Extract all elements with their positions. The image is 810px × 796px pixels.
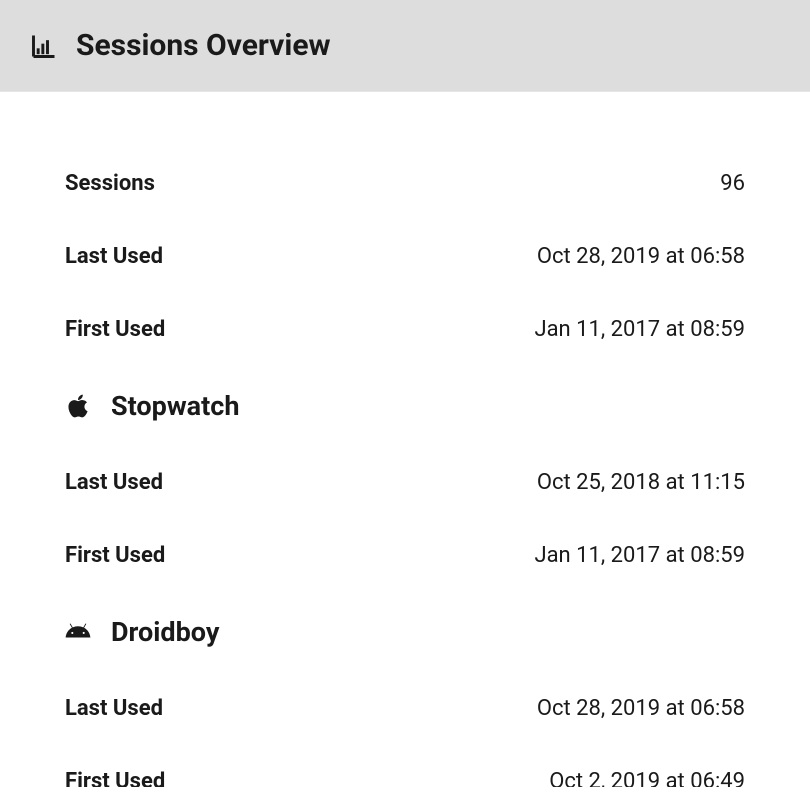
content: Sessions 96 Last Used Oct 28, 2019 at 06… [0, 92, 810, 787]
app-row-first-used: First Used Jan 11, 2017 at 08:59 [65, 519, 745, 592]
app-row-last-used: Last Used Oct 28, 2019 at 06:58 [65, 672, 745, 745]
app-name-label: Droidboy [111, 616, 219, 648]
app-name-label: Stopwatch [111, 390, 239, 422]
bar-chart-icon [30, 32, 58, 60]
first-used-value: Jan 11, 2017 at 08:59 [534, 317, 745, 342]
content-scroll-area[interactable]: Sessions 96 Last Used Oct 28, 2019 at 06… [0, 91, 810, 787]
last-used-label: Last Used [65, 470, 163, 495]
first-used-value: Oct 2, 2019 at 06:49 [549, 769, 745, 787]
sessions-value: 96 [720, 171, 745, 196]
app-header-droidboy: Droidboy [65, 592, 745, 672]
android-icon [65, 619, 91, 645]
summary-row-sessions: Sessions 96 [65, 147, 745, 220]
summary-row-last-used: Last Used Oct 28, 2019 at 06:58 [65, 220, 745, 293]
first-used-label: First Used [65, 543, 165, 568]
page-title: Sessions Overview [76, 28, 331, 63]
first-used-value: Jan 11, 2017 at 08:59 [534, 543, 745, 568]
app-header-stopwatch: Stopwatch [65, 366, 745, 446]
last-used-label: Last Used [65, 696, 163, 721]
last-used-label: Last Used [65, 244, 163, 269]
last-used-value: Oct 28, 2019 at 06:58 [537, 696, 745, 721]
first-used-label: First Used [65, 769, 165, 787]
page-header: Sessions Overview [0, 0, 810, 91]
sessions-label: Sessions [65, 171, 155, 196]
last-used-value: Oct 25, 2018 at 11:15 [537, 470, 745, 495]
first-used-label: First Used [65, 317, 165, 342]
apple-icon [65, 393, 91, 419]
last-used-value: Oct 28, 2019 at 06:58 [537, 244, 745, 269]
summary-row-first-used: First Used Jan 11, 2017 at 08:59 [65, 293, 745, 366]
app-row-last-used: Last Used Oct 25, 2018 at 11:15 [65, 446, 745, 519]
app-row-first-used: First Used Oct 2, 2019 at 06:49 [65, 745, 745, 787]
